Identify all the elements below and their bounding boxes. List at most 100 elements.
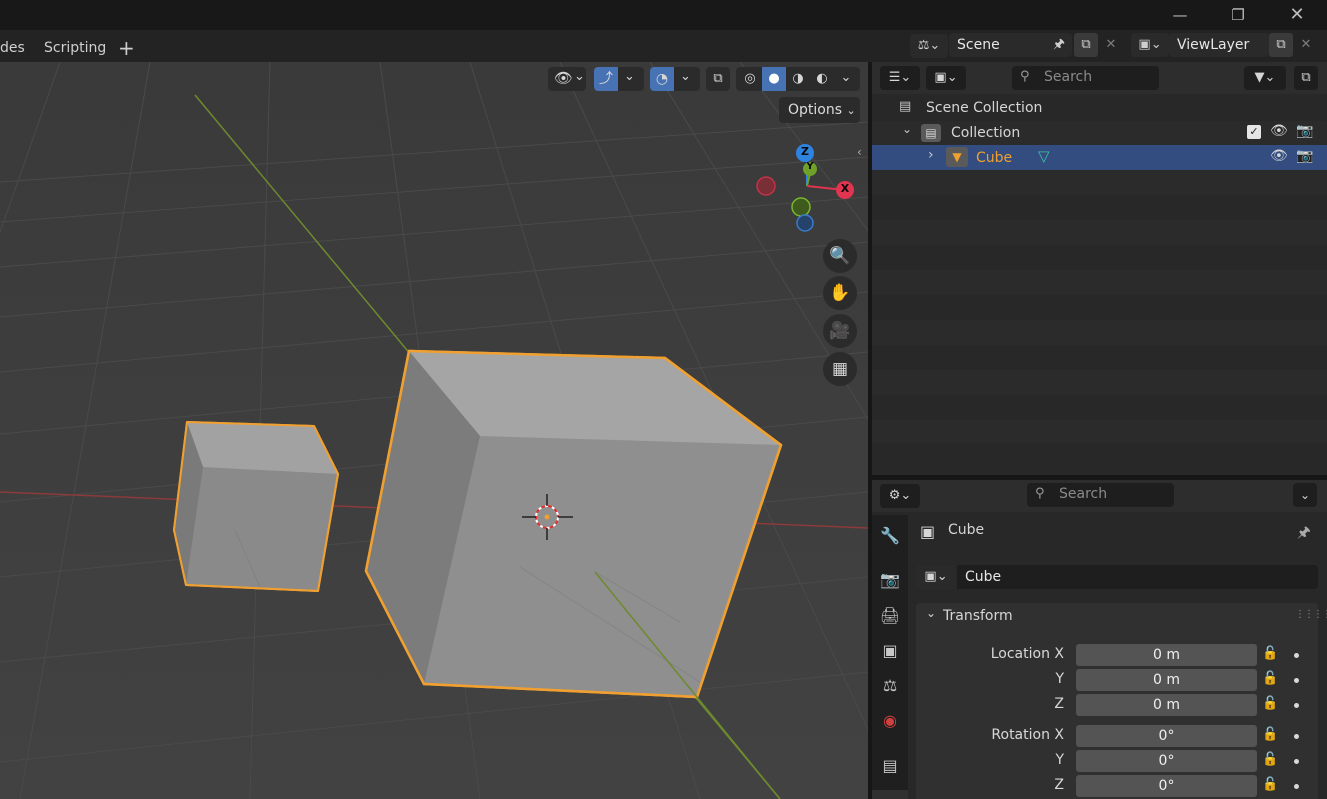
new-view-layer-icon[interactable]: ⧉ bbox=[1269, 33, 1293, 57]
keyframe-dot-icon[interactable] bbox=[1294, 653, 1299, 658]
scene-browse-icon[interactable]: ⚖⌄ bbox=[910, 34, 948, 58]
outliner-search-input[interactable]: ⚲ Search bbox=[1012, 66, 1159, 90]
lock-icon[interactable]: 🔓 bbox=[1262, 727, 1280, 745]
collection-label: Collection bbox=[951, 125, 1021, 141]
keyframe-dot-icon[interactable] bbox=[1294, 784, 1299, 789]
tool-tab-icon[interactable]: 🔧 bbox=[876, 522, 904, 550]
collection-render-camera-icon[interactable]: 📷 bbox=[1296, 123, 1313, 139]
outliner-row-cube[interactable] bbox=[872, 145, 1327, 170]
viewport-scene bbox=[0, 62, 868, 799]
3d-viewport[interactable]: Z Y X bbox=[0, 62, 868, 799]
zoom-icon[interactable]: 🔍 bbox=[823, 239, 857, 273]
new-collection-icon[interactable]: ⧉ bbox=[1294, 66, 1318, 90]
lock-icon[interactable]: 🔓 bbox=[1262, 671, 1280, 689]
pan-hand-icon[interactable]: ✋ bbox=[823, 276, 857, 310]
collection-visibility-eye-icon[interactable]: 👁 bbox=[1270, 123, 1288, 139]
sidebar-toggle-icon[interactable]: ‹ bbox=[857, 145, 862, 159]
shading-dropdown-icon[interactable]: ⌄ bbox=[836, 67, 856, 91]
options-label: Options bbox=[788, 102, 843, 118]
rotation-z-field[interactable]: 0° bbox=[1076, 775, 1257, 797]
lock-icon[interactable]: 🔓 bbox=[1262, 696, 1280, 714]
display-mode-icon[interactable]: ▣⌄ bbox=[926, 66, 966, 90]
transform-panel-title[interactable]: Transform bbox=[943, 608, 1013, 624]
properties-search-input[interactable]: ⚲ Search bbox=[1027, 483, 1174, 507]
workspace-tab-scripting[interactable]: Scripting bbox=[44, 36, 106, 60]
rendered-shading-icon[interactable]: ◐ bbox=[810, 67, 834, 91]
object-name-field[interactable]: Cube bbox=[957, 565, 1318, 589]
editor-type-icon[interactable]: ☰⌄ bbox=[880, 66, 920, 90]
view-layer-browse-icon[interactable]: ▣⌄ bbox=[1131, 33, 1169, 57]
delete-scene-icon[interactable]: ✕ bbox=[1100, 33, 1122, 57]
object-browse-icon[interactable]: ▣⌄ bbox=[916, 565, 956, 589]
material-shading-icon[interactable]: ◑ bbox=[786, 67, 810, 91]
visibility-selectability-icon[interactable]: 👁 ⌄ bbox=[548, 67, 586, 91]
mesh-object-icon: ▼ bbox=[946, 147, 968, 167]
location-x-field[interactable]: 0 m bbox=[1076, 644, 1257, 666]
lock-icon[interactable]: 🔓 bbox=[1262, 646, 1280, 664]
add-workspace-button[interactable]: + bbox=[118, 36, 135, 60]
pin-icon[interactable]: 🖈 bbox=[1050, 34, 1068, 56]
properties-options-dropdown-icon[interactable]: ⌄ bbox=[1293, 483, 1317, 507]
gizmo-icon[interactable]: ⤴ bbox=[594, 67, 618, 91]
area-divider[interactable] bbox=[868, 62, 872, 799]
world-tab-icon[interactable]: ◉ bbox=[876, 707, 904, 735]
transform-collapse-chevron-icon[interactable]: ⌄ bbox=[926, 606, 936, 620]
outliner-empty-row bbox=[872, 420, 1327, 443]
scene-collection-icon: ▤ bbox=[899, 99, 912, 114]
rotation-z-label: Z bbox=[1054, 777, 1064, 793]
options-dropdown[interactable]: Options ⌄ bbox=[779, 97, 860, 123]
scene-tab-icon[interactable]: ⚖ bbox=[876, 672, 904, 700]
area-divider[interactable] bbox=[872, 475, 1327, 480]
keyframe-dot-icon[interactable] bbox=[1294, 678, 1299, 683]
keyframe-dot-icon[interactable] bbox=[1294, 734, 1299, 739]
outliner-search-placeholder: Search bbox=[1044, 69, 1093, 85]
gizmo-toggle[interactable]: ⤴ ⌄ bbox=[594, 67, 644, 91]
cube-visibility-eye-icon[interactable]: 👁 bbox=[1270, 148, 1288, 164]
overlays-icon[interactable]: ◔ bbox=[650, 67, 674, 91]
collection-exclude-checkbox[interactable]: ✓ bbox=[1247, 125, 1261, 139]
object-icon: ▣ bbox=[920, 522, 936, 541]
solid-shading-icon[interactable]: ● bbox=[762, 67, 786, 91]
filter-icon[interactable]: ▼⌄ bbox=[1244, 66, 1286, 90]
delete-view-layer-icon[interactable]: ✕ bbox=[1295, 33, 1317, 57]
object-tab-partial[interactable] bbox=[872, 790, 908, 799]
small-cube bbox=[173, 421, 339, 592]
view-layer-tab-icon[interactable]: ▣ bbox=[876, 637, 904, 665]
rotation-x-label: Rotation X bbox=[991, 727, 1064, 743]
maximize-icon[interactable]: ❐ bbox=[1223, 4, 1253, 26]
keyframe-dot-icon[interactable] bbox=[1294, 703, 1299, 708]
rotation-y-label: Y bbox=[1055, 752, 1064, 768]
view-layer-name-field[interactable]: ViewLayer bbox=[1169, 33, 1269, 57]
properties-editor-type-icon[interactable]: ⚙⌄ bbox=[880, 484, 920, 508]
overlays-toggle[interactable]: ◔ ⌄ bbox=[650, 67, 700, 91]
window-title-bar bbox=[0, 0, 1327, 30]
location-y-field[interactable]: 0 m bbox=[1076, 669, 1257, 691]
cube-expand-chevron-icon[interactable]: › bbox=[928, 147, 934, 163]
output-tab-icon[interactable]: 🖨 bbox=[876, 602, 904, 630]
lock-icon[interactable]: 🔓 bbox=[1262, 777, 1280, 795]
rotation-x-field[interactable]: 0° bbox=[1076, 725, 1257, 747]
scene-collection-label: Scene Collection bbox=[926, 100, 1043, 116]
pin-icon[interactable]: 🖈 bbox=[1297, 522, 1311, 547]
location-z-field[interactable]: 0 m bbox=[1076, 694, 1257, 716]
collection-tab-icon[interactable]: ▤ bbox=[876, 752, 904, 780]
camera-view-icon[interactable]: 🎥 bbox=[823, 314, 857, 348]
workspace-tab-nodes[interactable]: des bbox=[0, 36, 25, 60]
xray-toggle-icon[interactable]: ⧉ bbox=[706, 67, 730, 91]
render-tab-icon[interactable]: 📷 bbox=[876, 566, 904, 594]
perspective-grid-icon[interactable]: ▦ bbox=[823, 352, 857, 386]
lock-icon[interactable]: 🔓 bbox=[1262, 752, 1280, 770]
cube-object-label: Cube bbox=[976, 150, 1013, 166]
search-icon: ⚲ bbox=[1020, 69, 1030, 84]
close-icon[interactable]: ✕ bbox=[1282, 4, 1312, 26]
mesh-data-icon[interactable]: ▽ bbox=[1038, 147, 1050, 165]
collection-icon: ▤ bbox=[921, 124, 941, 142]
drag-handle-icon[interactable]: ⋮⋮⋮⋮ bbox=[1295, 609, 1327, 620]
wireframe-shading-icon[interactable]: ◎ bbox=[738, 67, 762, 91]
rotation-y-field[interactable]: 0° bbox=[1076, 750, 1257, 772]
minimize-icon[interactable]: — bbox=[1165, 4, 1195, 26]
collection-expand-chevron-icon[interactable]: ⌄ bbox=[902, 122, 912, 136]
keyframe-dot-icon[interactable] bbox=[1294, 759, 1299, 764]
new-scene-icon[interactable]: ⧉ bbox=[1074, 33, 1098, 57]
cube-render-camera-icon[interactable]: 📷 bbox=[1296, 148, 1313, 164]
